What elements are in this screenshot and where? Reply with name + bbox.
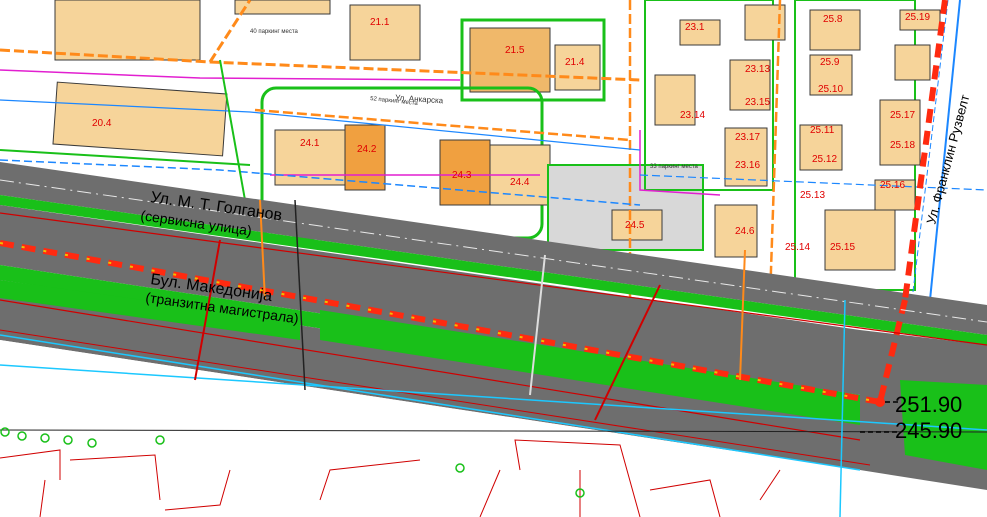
parcel-label: 24.6 bbox=[735, 226, 755, 237]
parcel-label: 21.1 bbox=[370, 17, 390, 28]
elevation-upper: 251.90 bbox=[895, 392, 962, 417]
elevation-lower: 245.90 bbox=[895, 418, 962, 443]
urban-plan-map: 20.4 21.1 21.5 21.4 24.1 24.2 24.3 24.4 … bbox=[0, 0, 987, 517]
parcel-label: 24.5 bbox=[625, 220, 645, 231]
building-block bbox=[349, 4, 421, 61]
parcel-label: 25.17 bbox=[890, 110, 915, 121]
map-canvas: 20.4 21.1 21.5 21.4 24.1 24.2 24.3 24.4 … bbox=[0, 0, 987, 517]
parcel-label: 21.5 bbox=[505, 45, 525, 56]
parcel-label: 21.4 bbox=[565, 57, 585, 68]
parcel-label: 24.2 bbox=[357, 144, 377, 155]
parcel-label: 25.9 bbox=[820, 57, 840, 68]
elevation-point bbox=[875, 397, 885, 407]
parcel-label: 25.16 bbox=[880, 180, 905, 191]
parcel-label: 23.14 bbox=[680, 110, 705, 121]
parcel-label: 25.10 bbox=[818, 84, 843, 95]
parcel-label: 24.3 bbox=[452, 170, 472, 181]
building-block bbox=[894, 44, 931, 81]
parcel-label: 25.12 bbox=[812, 154, 837, 165]
elevation-labels: 251.90 245.90 bbox=[895, 392, 962, 443]
parcel-label: 25.15 bbox=[830, 242, 855, 253]
building-block bbox=[824, 209, 896, 271]
building-block bbox=[52, 81, 228, 157]
parcel-label: 24.4 bbox=[510, 177, 530, 188]
parcel-label: 24.1 bbox=[300, 138, 320, 149]
parcel-label: 23.15 bbox=[745, 97, 770, 108]
parcel-label: 25.13 bbox=[800, 190, 825, 201]
parcel-label: 23.16 bbox=[735, 160, 760, 171]
building-block bbox=[54, 0, 201, 61]
building-block bbox=[469, 27, 551, 93]
parcel-label: 23.1 bbox=[685, 22, 705, 33]
parcel-label: 23.17 bbox=[735, 132, 760, 143]
parking-note: 40 паркинг места bbox=[250, 29, 299, 35]
parcel-label: 25.18 bbox=[890, 140, 915, 151]
parking-note: 33 паркинг места bbox=[650, 164, 699, 170]
parcel-label: 25.11 bbox=[810, 125, 835, 136]
parcel-label: 20.4 bbox=[92, 118, 112, 129]
parcel-label: 25.14 bbox=[785, 242, 810, 253]
parcel-label: 25.8 bbox=[823, 14, 843, 25]
parcel-label: 23.13 bbox=[745, 64, 770, 75]
parcel-label: 25.19 bbox=[905, 12, 930, 23]
